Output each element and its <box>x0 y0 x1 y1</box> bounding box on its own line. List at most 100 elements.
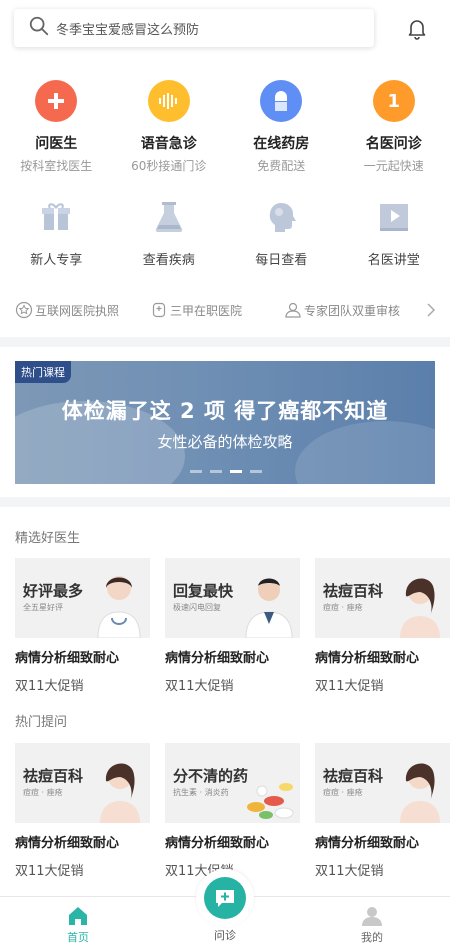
flask-icon <box>155 202 183 233</box>
quick-link-new-user[interactable]: 新人专享 <box>0 199 113 268</box>
trust-row: 互联网医院执照 三甲在职医院 专家团队双重审核 <box>0 298 450 322</box>
card-image-title: 好评最多 <box>23 582 84 600</box>
banner-tag: 热门课程 <box>15 361 71 383</box>
chat-plus-icon <box>204 877 246 919</box>
card-title: 病情分析细致耐心 <box>165 836 270 851</box>
question-card[interactable]: 祛痘百科 痘痘 · 痤疮 病情分析细致耐心 双11大促销 <box>315 743 450 879</box>
trust-label: 互联网医院执照 <box>35 303 120 318</box>
pill-icon <box>260 80 303 122</box>
card-title: 病情分析细致耐心 <box>165 651 270 666</box>
card-image-subtitle: 痘痘 · 痤疮 <box>323 603 363 612</box>
doctor-photo <box>97 576 141 638</box>
card-image: 祛痘百科 痘痘 · 痤疮 <box>315 743 450 823</box>
doctor-card-list: 好评最多 全五星好评 病情分析细致耐心 双11大促销 回复最快 极速闪电回复 病… <box>15 558 450 694</box>
carousel-dot-active[interactable] <box>230 470 242 473</box>
section-title-questions: 热门提问 <box>15 715 68 730</box>
tab-home[interactable]: 首页 <box>48 905 108 945</box>
divider <box>0 497 450 507</box>
search-icon <box>28 15 50 41</box>
quick-link-daily[interactable]: 每日查看 <box>225 199 338 268</box>
card-title: 病情分析细致耐心 <box>15 836 120 851</box>
card-image: 祛痘百科 痘痘 · 痤疮 <box>315 558 450 638</box>
model-photo <box>400 578 440 638</box>
service-subtitle: 60秒接通门诊 <box>131 159 207 173</box>
doctor-card[interactable]: 回复最快 极速闪电回复 病情分析细致耐心 双11大促销 <box>165 558 300 694</box>
quick-link-label: 每日查看 <box>255 253 308 268</box>
banner-subheadline: 女性必备的体检攻略 <box>157 433 293 451</box>
top-bar: 冬季宝宝爱感冒这么预防 <box>0 0 450 62</box>
service-title: 名医问诊 <box>365 136 422 152</box>
card-promo: 双11大促销 <box>165 679 234 694</box>
question-card[interactable]: 祛痘百科 痘痘 · 痤疮 病情分析细致耐心 双11大促销 <box>15 743 150 879</box>
doctor-photo <box>245 578 293 638</box>
card-image-subtitle: 痘痘 · 痤疮 <box>23 788 63 797</box>
model-photo <box>400 763 440 823</box>
plus-icon <box>35 80 78 122</box>
card-promo: 双11大促销 <box>15 679 84 694</box>
trust-item-hospital: 三甲在职医院 <box>150 301 242 319</box>
trust-label: 专家团队双重审核 <box>304 303 401 318</box>
doctor-card[interactable]: 好评最多 全五星好评 病情分析细致耐心 双11大促销 <box>15 558 150 694</box>
card-image: 祛痘百科 痘痘 · 痤疮 <box>15 743 150 823</box>
card-promo: 双11大促销 <box>15 864 84 879</box>
card-image-subtitle: 抗生素 · 消炎药 <box>173 788 229 797</box>
card-promo: 双11大促销 <box>315 864 384 879</box>
tab-label: 首页 <box>67 931 89 944</box>
tab-me[interactable]: 我的 <box>342 905 402 945</box>
card-image-title: 祛痘百科 <box>323 582 384 600</box>
promo-banner[interactable]: 热门课程 体检漏了这 2 项 得了癌都不知道 女性必备的体检攻略 <box>15 361 435 484</box>
tab-label: 我的 <box>361 931 383 944</box>
consult-button[interactable] <box>196 869 254 927</box>
search-placeholder: 冬季宝宝爱感冒这么预防 <box>56 22 200 38</box>
quick-link-lectures[interactable]: 名医讲堂 <box>338 199 450 268</box>
gift-icon <box>42 203 71 230</box>
service-famous-doctor[interactable]: 1 名医问诊 一元起快速 <box>338 80 450 174</box>
voice-icon <box>147 80 190 122</box>
card-image-subtitle: 全五星好评 <box>23 603 63 612</box>
card-image-title: 祛痘百科 <box>323 767 384 785</box>
head-icon <box>269 203 297 232</box>
quick-link-label: 查看疾病 <box>142 253 195 268</box>
carousel-dots <box>190 470 270 473</box>
card-image-title: 分不清的药 <box>173 767 249 785</box>
service-subtitle: 一元起快速 <box>363 159 424 173</box>
model-photo <box>100 763 140 823</box>
quick-link-label: 新人专享 <box>30 253 83 268</box>
trust-item-license: 互联网医院执照 <box>15 301 119 319</box>
search-bar[interactable]: 冬季宝宝爱感冒这么预防 <box>14 9 374 47</box>
banner-headline: 体检漏了这 2 项 得了癌都不知道 <box>61 399 389 423</box>
question-card[interactable]: 分不清的药 抗生素 · 消炎药 病情分析细致耐心 双11大促销 <box>165 743 300 879</box>
carousel-dot[interactable] <box>190 470 202 473</box>
card-image: 分不清的药 抗生素 · 消炎药 <box>165 743 300 823</box>
trust-label: 三甲在职医院 <box>170 303 243 318</box>
service-title: 问医生 <box>35 136 78 152</box>
service-subtitle: 按科室找医生 <box>20 159 93 173</box>
card-image-title: 回复最快 <box>173 582 234 600</box>
user-icon <box>285 302 301 318</box>
tab-consult-label[interactable]: 问诊 <box>195 927 255 943</box>
card-title: 病情分析细致耐心 <box>315 651 420 666</box>
doctor-card[interactable]: 祛痘百科 痘痘 · 痤疮 病情分析细致耐心 双11大促销 <box>315 558 450 694</box>
service-grid: 问医生 按科室找医生 语音急诊 60秒接通门诊 在线药房 免费配送 1 名医问诊… <box>0 80 450 174</box>
bell-icon[interactable] <box>405 16 429 40</box>
section-title-doctors: 精选好医生 <box>15 531 81 546</box>
carousel-dot[interactable] <box>210 470 222 473</box>
card-title: 病情分析细致耐心 <box>315 836 420 851</box>
divider <box>0 337 450 347</box>
chevron-right-icon[interactable] <box>424 302 438 318</box>
pills-photo <box>247 783 294 819</box>
service-voice-emergency[interactable]: 语音急诊 60秒接通门诊 <box>113 80 226 174</box>
carousel-dot[interactable] <box>250 470 262 473</box>
card-image-subtitle: 痘痘 · 痤疮 <box>323 788 363 797</box>
trust-item-experts: 专家团队双重审核 <box>284 301 400 319</box>
profile-icon <box>362 907 382 926</box>
home-icon <box>69 907 87 925</box>
service-online-pharmacy[interactable]: 在线药房 免费配送 <box>225 80 338 174</box>
badge-icon <box>15 301 33 319</box>
quick-link-label: 名医讲堂 <box>367 253 420 268</box>
service-title: 在线药房 <box>253 136 310 152</box>
number-one-icon: 1 <box>372 80 415 122</box>
quick-link-diseases[interactable]: 查看疾病 <box>113 199 226 268</box>
service-ask-doctor[interactable]: 问医生 按科室找医生 <box>0 80 113 174</box>
card-promo: 双11大促销 <box>315 679 384 694</box>
